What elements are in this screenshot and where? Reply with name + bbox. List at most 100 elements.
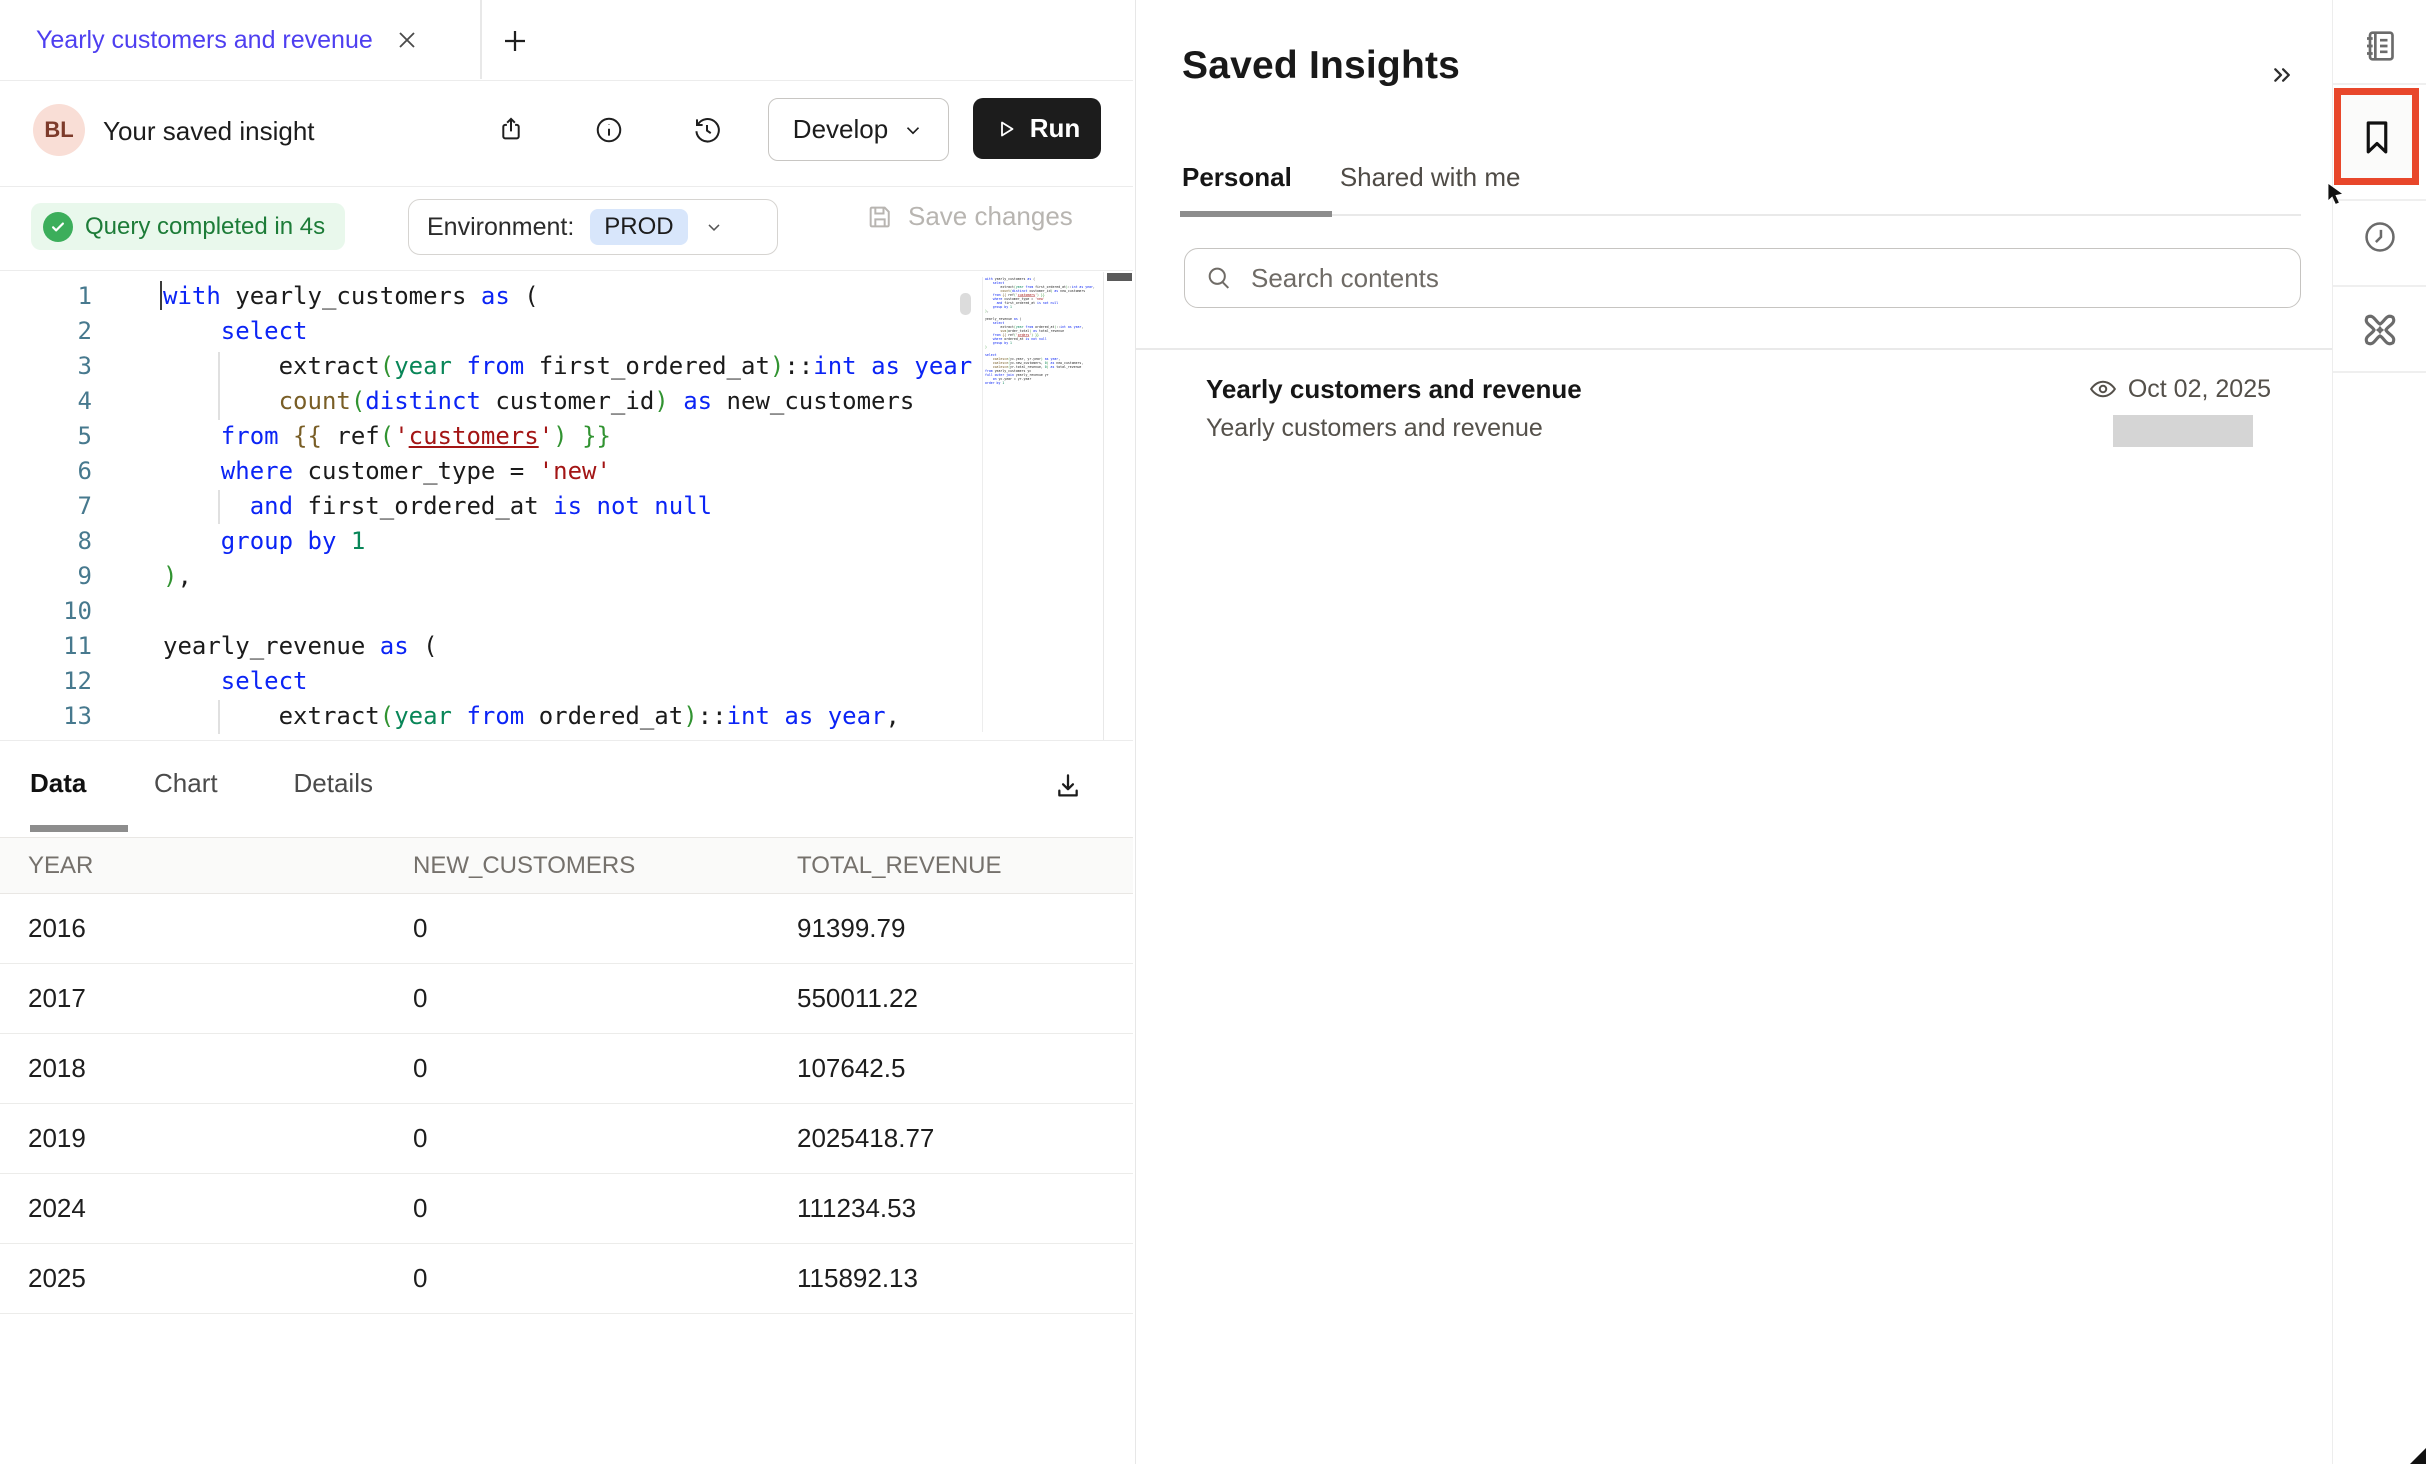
editor-scrollbar[interactable]	[1103, 272, 1134, 740]
corner-resize-mark	[2410, 1448, 2426, 1464]
minimap-line: select	[985, 321, 1105, 325]
sidebar-divider	[2333, 83, 2426, 85]
code-line[interactable]: select	[163, 664, 974, 699]
minimap-line: coalesce(yc.year, yr.year) as year,	[985, 357, 1105, 361]
table-cell: 107642.5	[797, 1034, 1133, 1104]
line-number: 4	[0, 384, 92, 419]
run-label: Run	[1030, 113, 1081, 144]
code-line[interactable]: extract(year from ordered_at)::int as ye…	[163, 699, 974, 734]
minimap-line: coalesce(yr.total_revenue, 0) as total_r…	[985, 365, 1105, 369]
column-header: YEAR	[0, 838, 412, 894]
saved-insights-panel: Saved Insights Personal Shared with me Se…	[1135, 0, 2333, 1464]
table-row: 20180107642.5	[0, 1034, 1133, 1104]
new-tab-button[interactable]	[500, 26, 530, 56]
table-cell: 0	[412, 964, 797, 1034]
editor-minimap[interactable]: with yearly_customers as ( select extrac…	[982, 277, 1105, 732]
collapse-panel-icon[interactable]	[2264, 58, 2298, 92]
minimap-slider[interactable]	[1107, 273, 1132, 281]
minimap-line: full outer join yearly_revenue yr	[985, 373, 1105, 377]
panel-title: Saved Insights	[1182, 44, 1460, 88]
table-cell: 2017	[0, 964, 412, 1034]
results-table-head: YEARNEW_CUSTOMERSTOTAL_REVENUE	[0, 838, 1133, 894]
insight-item-title: Yearly customers and revenue	[1206, 374, 1582, 405]
code-line[interactable]	[163, 594, 974, 629]
results-tab-details[interactable]: Details	[294, 768, 373, 799]
results-table: YEARNEW_CUSTOMERSTOTAL_REVENUE 201609139…	[0, 837, 1133, 1314]
table-cell: 91399.79	[797, 894, 1133, 964]
notebook-icon[interactable]	[2360, 26, 2400, 66]
hex-logo-icon[interactable]	[2358, 308, 2402, 352]
tab-title: Yearly customers and revenue	[36, 26, 373, 55]
minimap-line: group by 1	[985, 341, 1105, 345]
minimap-line: count(distinct customer_id) as new_custo…	[985, 289, 1105, 293]
table-cell: 111234.53	[797, 1174, 1133, 1244]
minimap-line: )	[985, 345, 1105, 349]
save-changes-button[interactable]: Save changes	[866, 201, 1073, 232]
table-cell: 2019	[0, 1104, 412, 1174]
run-button[interactable]: Run	[973, 98, 1101, 159]
table-cell: 115892.13	[797, 1244, 1133, 1314]
minimap-line: extract(year from first_ordered_at)::int…	[985, 285, 1105, 289]
code-line[interactable]: select	[163, 314, 974, 349]
code-line[interactable]: group by 1	[163, 524, 974, 559]
minimap-line: on yc.year = yr.year	[985, 377, 1105, 381]
list-item[interactable]: Yearly customers and revenue Oct 02, 202…	[1136, 362, 2333, 472]
minimap-line: and first_ordered_at is not null	[985, 301, 1105, 305]
environment-label: Environment:	[427, 213, 574, 242]
active-tab-underline	[30, 825, 128, 832]
search-input[interactable]: Search contents	[1184, 248, 2301, 308]
table-row: 20170550011.22	[0, 964, 1133, 1034]
table-cell: 2024	[0, 1174, 412, 1244]
minimap-line: yearly_revenue as (	[985, 317, 1105, 321]
insight-item-meta: Oct 02, 2025	[2088, 374, 2271, 404]
close-icon[interactable]	[395, 28, 419, 52]
develop-label: Develop	[793, 114, 888, 145]
line-number: 9	[0, 559, 92, 594]
code-line[interactable]: where customer_type = 'new'	[163, 454, 974, 489]
panel-tab-shared-with-me[interactable]: Shared with me	[1338, 162, 1523, 193]
sql-editor[interactable]: 12345678910111213 with yearly_customers …	[0, 272, 1133, 741]
code-line[interactable]: from {{ ref('customers') }}	[163, 419, 974, 454]
bookmark-icon	[2356, 116, 2398, 158]
table-cell: 2016	[0, 894, 412, 964]
panel-tab-track	[1180, 214, 2301, 216]
develop-button[interactable]: Develop	[768, 98, 949, 161]
code-line[interactable]: extract(year from first_ordered_at)::int…	[163, 349, 974, 384]
minimap-line: select	[985, 353, 1105, 357]
editor-scrollbar-thumb[interactable]	[960, 293, 971, 315]
column-header: TOTAL_REVENUE	[797, 838, 1133, 894]
editor-code[interactable]: with yearly_customers as ( select extrac…	[163, 279, 974, 734]
tab-yearly-customers[interactable]: Yearly customers and revenue	[0, 0, 419, 80]
code-line[interactable]: ),	[163, 559, 974, 594]
results-tab-data[interactable]: Data	[30, 768, 86, 799]
indent-guide	[218, 700, 220, 734]
info-icon[interactable]	[594, 115, 624, 145]
query-status-badge: Query completed in 4s	[31, 203, 345, 250]
environment-value-chip: PROD	[590, 209, 687, 245]
code-line[interactable]: with yearly_customers as (	[163, 279, 974, 314]
table-cell: 0	[412, 1034, 797, 1104]
results-tab-chart[interactable]: Chart	[154, 768, 218, 799]
history-icon[interactable]	[692, 115, 722, 145]
saved-insights-sidebar-button[interactable]	[2334, 88, 2419, 185]
minimap-line: from {{ ref('orders') }}	[985, 333, 1105, 337]
download-icon[interactable]	[1052, 770, 1084, 802]
table-cell: 2018	[0, 1034, 412, 1104]
share-icon[interactable]	[497, 115, 525, 143]
clock-icon[interactable]	[2361, 218, 2399, 256]
minimap-line: where customer_type = 'new'	[985, 297, 1105, 301]
editor-minimap-content: with yearly_customers as ( select extrac…	[985, 277, 1105, 385]
search-placeholder: Search contents	[1251, 263, 1439, 294]
editor-gutter: 12345678910111213	[0, 279, 92, 734]
code-line[interactable]: count(distinct customer_id) as new_custo…	[163, 384, 974, 419]
line-number: 12	[0, 664, 92, 699]
editor-tabbar: Yearly customers and revenue	[0, 0, 1133, 81]
environment-select[interactable]: Environment: PROD	[408, 199, 778, 255]
code-line[interactable]: and first_ordered_at is not null	[163, 489, 974, 524]
sidebar-divider	[2333, 285, 2426, 287]
panel-tab-personal[interactable]: Personal	[1180, 162, 1294, 193]
line-number: 1	[0, 279, 92, 314]
code-line[interactable]: yearly_revenue as (	[163, 629, 974, 664]
minimap-line: select	[985, 281, 1105, 285]
minimap-line: sum(order_total) as total_revenue	[985, 329, 1105, 333]
